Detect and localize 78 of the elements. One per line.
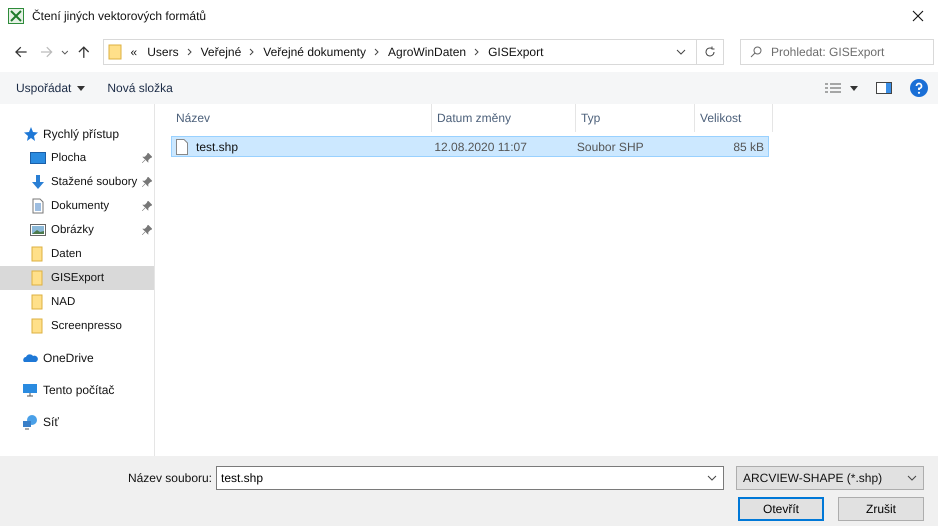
document-icon (30, 198, 46, 214)
window-title: Čtení jiných vektorových formátů (32, 9, 206, 23)
sidebar-label: Dokumenty (51, 200, 110, 212)
sidebar-item[interactable]: OneDrive (0, 346, 154, 370)
table-cell-text: Soubor SHP (576, 140, 645, 154)
breadcrumb[interactable]: Veřejné (196, 45, 246, 59)
view-options-icon[interactable] (824, 82, 842, 94)
address-bar[interactable]: « Users Veřejné Veřejné dokumenty AgroWinDaten GISExport (102, 39, 697, 65)
open-button[interactable]: Otevřít (738, 497, 824, 521)
file-icon (176, 138, 188, 154)
sidebar-item[interactable]: Stažené soubory (0, 170, 154, 194)
sidebar-label: Rychlý přístup (43, 127, 120, 141)
sidebar-label: Stažené soubory (51, 176, 138, 188)
table-cell-text: 85 kB (732, 140, 765, 154)
sidebar-item[interactable]: Plocha (0, 146, 154, 170)
app-icon (8, 8, 24, 24)
down-arrow-icon (30, 174, 46, 190)
search-field[interactable]: Prohledat: GISExport (740, 39, 934, 65)
filename-label: Název souboru: (128, 471, 212, 485)
sidebar-item[interactable]: GISExport (0, 266, 154, 290)
chevron-icon (249, 48, 256, 56)
column-header[interactable]: Název (171, 104, 432, 132)
table-cell: test.shp (196, 140, 238, 154)
star-icon (22, 126, 38, 142)
sidebar-item[interactable]: NAD (0, 290, 154, 314)
sidebar-item[interactable]: Dokumenty (0, 194, 154, 218)
overflow-chevron[interactable]: « (126, 45, 142, 59)
refresh-button[interactable] (696, 39, 724, 65)
sidebar-item[interactable]: Síť (0, 410, 154, 434)
computer-icon (22, 382, 38, 398)
sidebar-label: Screenpresso (51, 320, 122, 332)
sidebar-label: Daten (51, 248, 82, 260)
table-cell-text: 12.08.2020 11:07 (433, 140, 528, 154)
chevron-icon (474, 48, 480, 56)
file-row[interactable]: test.shp 12.08.2020 11:07 Soubor SHP 85 kB (171, 136, 769, 157)
sidebar-label: Plocha (51, 152, 86, 164)
help-icon[interactable] (910, 79, 928, 97)
preview-pane-icon[interactable] (876, 82, 892, 94)
refresh-icon (704, 46, 716, 58)
column-header[interactable]: Datum změny (432, 104, 576, 132)
sidebar-item[interactable]: Daten (0, 242, 154, 266)
sidebar-label: Obrázky (51, 224, 94, 236)
close-icon[interactable] (912, 10, 924, 22)
folder-icon (108, 44, 122, 60)
caret-icon (77, 86, 86, 90)
new-folder-button[interactable]: Nová složka (99, 77, 181, 99)
filename-field[interactable]: test.shp (216, 466, 724, 490)
up-arrow-icon[interactable] (76, 45, 91, 59)
caret-icon[interactable] (61, 48, 69, 56)
search-icon (750, 46, 762, 58)
column-header[interactable]: Velikost (695, 104, 773, 132)
sidebar-label: Tento počítač (43, 383, 114, 397)
caret-icon[interactable] (850, 86, 858, 90)
breadcrumb[interactable]: GISExport (483, 45, 548, 59)
organize-button[interactable]: Uspořádat (8, 77, 94, 99)
breadcrumb[interactable]: AgroWinDaten (383, 45, 472, 59)
chevron-icon (374, 48, 380, 56)
sidebar-label: Síť (43, 415, 59, 429)
sidebar-label: GISExport (51, 272, 104, 284)
cancel-button[interactable]: Zrušit (838, 497, 924, 521)
desktop-icon (30, 150, 46, 166)
chevron-icon (186, 48, 193, 56)
sidebar-label: NAD (51, 296, 76, 308)
column-header[interactable]: Typ (576, 104, 695, 132)
sidebar-item[interactable]: Screenpresso (0, 314, 154, 338)
image-icon (30, 222, 46, 238)
dropdown-caret-icon[interactable] (707, 475, 717, 481)
breadcrumb[interactable]: Veřejné dokumenty (258, 45, 372, 59)
sidebar-item[interactable]: Rychlý přístup (0, 122, 154, 146)
network-icon (22, 414, 38, 430)
back-arrow-icon[interactable] (14, 45, 28, 59)
sidebar-label: OneDrive (43, 351, 94, 365)
sidebar-item[interactable]: Tento počítač (0, 378, 154, 402)
sidebar-item[interactable]: Obrázky (0, 218, 154, 242)
dropdown-caret-icon (907, 475, 917, 481)
dropdown-caret-icon[interactable] (676, 49, 686, 55)
breadcrumb[interactable]: Users (142, 45, 184, 59)
file-type-dropdown[interactable]: ARCVIEW-SHAPE (*.shp) (736, 466, 924, 490)
